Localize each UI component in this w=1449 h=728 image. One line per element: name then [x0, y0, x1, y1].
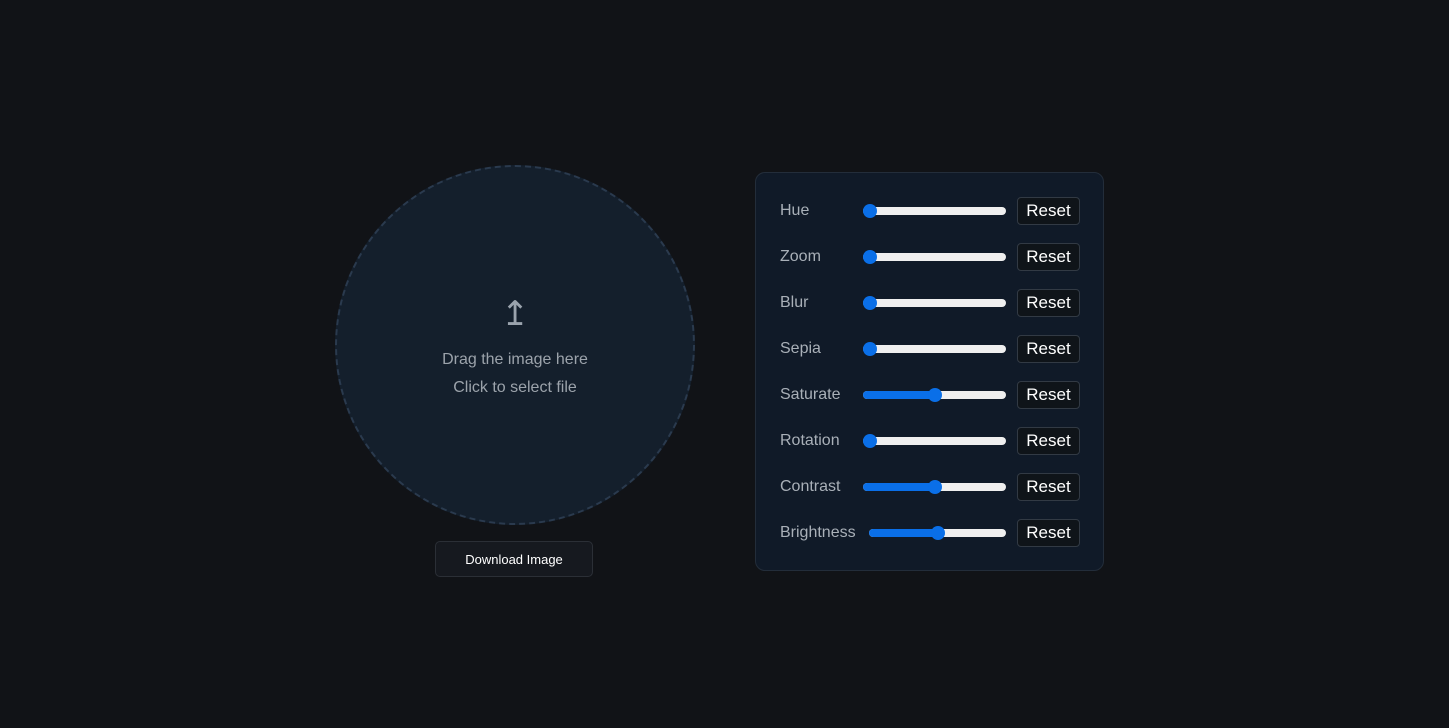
control-row-blur: Blur Reset [756, 287, 1103, 319]
saturate-reset-button[interactable]: Reset [1017, 381, 1080, 409]
blur-label: Blur [780, 294, 809, 311]
saturate-label: Saturate [780, 386, 841, 403]
hue-slider[interactable] [863, 204, 1006, 218]
app-stage: ↥ Drag the image here Click to select fi… [0, 0, 1449, 728]
zoom-reset-button[interactable]: Reset [1017, 243, 1080, 271]
select-file-instruction: Click to select file [453, 379, 577, 396]
download-image-button[interactable]: Download Image [435, 541, 593, 577]
sepia-slider-thumb[interactable] [863, 342, 877, 356]
brightness-slider[interactable] [869, 526, 1006, 540]
hue-reset-button[interactable]: Reset [1017, 197, 1080, 225]
blur-slider-thumb[interactable] [863, 296, 877, 310]
rotation-slider[interactable] [863, 434, 1006, 448]
zoom-label: Zoom [780, 248, 821, 265]
saturate-slider-fill [863, 391, 935, 399]
zoom-slider[interactable] [863, 250, 1006, 264]
control-row-rotation: Rotation Reset [756, 425, 1103, 457]
saturate-slider-thumb[interactable] [927, 388, 942, 402]
brightness-slider-thumb[interactable] [930, 526, 945, 540]
control-row-brightness: Brightness Reset [756, 517, 1103, 549]
control-row-zoom: Zoom Reset [756, 241, 1103, 273]
sepia-slider[interactable] [863, 342, 1006, 356]
adjustments-panel: Hue Reset Zoom Reset Blur Reset Sepia Re… [755, 172, 1104, 571]
hue-slider-thumb[interactable] [863, 204, 877, 218]
drop-instruction: Drag the image here [442, 351, 588, 368]
saturate-slider[interactable] [863, 388, 1006, 402]
zoom-slider-thumb[interactable] [863, 250, 877, 264]
blur-reset-button[interactable]: Reset [1017, 289, 1080, 317]
contrast-reset-button[interactable]: Reset [1017, 473, 1080, 501]
blur-slider[interactable] [863, 296, 1006, 310]
upload-arrow-icon: ↥ [500, 294, 530, 334]
image-dropzone[interactable]: ↥ Drag the image here Click to select fi… [335, 165, 695, 525]
rotation-label: Rotation [780, 432, 840, 449]
rotation-reset-button[interactable]: Reset [1017, 427, 1080, 455]
rotation-slider-thumb[interactable] [863, 434, 877, 448]
sepia-reset-button[interactable]: Reset [1017, 335, 1080, 363]
control-row-saturate: Saturate Reset [756, 379, 1103, 411]
control-row-contrast: Contrast Reset [756, 471, 1103, 503]
sepia-label: Sepia [780, 340, 821, 357]
brightness-slider-fill [869, 529, 938, 537]
contrast-slider-thumb[interactable] [927, 480, 942, 494]
contrast-slider-fill [863, 483, 935, 491]
brightness-reset-button[interactable]: Reset [1017, 519, 1080, 547]
control-row-sepia: Sepia Reset [756, 333, 1103, 365]
hue-label: Hue [780, 202, 810, 219]
contrast-label: Contrast [780, 478, 841, 495]
control-row-hue: Hue Reset [756, 195, 1103, 227]
brightness-label: Brightness [780, 524, 856, 541]
contrast-slider[interactable] [863, 480, 1006, 494]
